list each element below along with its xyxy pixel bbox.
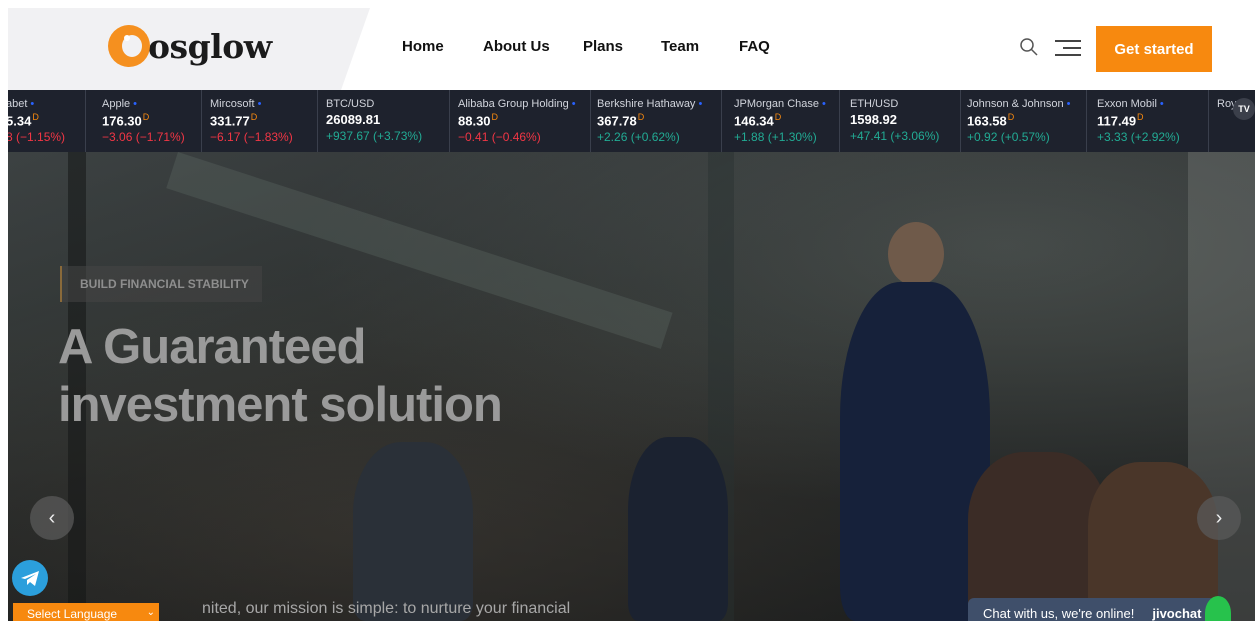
ticker-item[interactable]: Berkshire Hathaway • 367.78D +2.26 (+0.62… xyxy=(591,90,722,152)
ticker-name: JPMorgan Chase xyxy=(734,98,819,110)
ticker-change: −0.41 (−0.46%) xyxy=(458,130,541,145)
nav-faq[interactable]: FAQ xyxy=(739,38,770,55)
hero-slider: BUILD FINANCIAL STABILITY A Guaranteed i… xyxy=(8,152,1255,621)
ticker-change: +937.67 (+3.73%) xyxy=(326,129,423,143)
ticker-flag: D xyxy=(637,112,645,122)
ticker-item[interactable]: ETH/USD 1598.92 +47.41 (+3.06%) xyxy=(840,90,961,152)
ticker-name: Johnson & Johnson xyxy=(967,98,1064,110)
ticker-name: Apple xyxy=(102,98,131,110)
ticker-change: +3.33 (+2.92%) xyxy=(1097,130,1180,145)
nav-home[interactable]: Home xyxy=(402,38,444,55)
ticker-flag: D xyxy=(32,112,39,122)
ticker-price: 1598.92 xyxy=(850,112,897,127)
slider-prev-button[interactable]: ‹ xyxy=(30,496,74,540)
logo-mark-icon xyxy=(108,25,150,67)
ticker-name: abet xyxy=(8,98,28,110)
ticker-change: 8 (−1.15%) xyxy=(8,130,66,145)
language-select-label: Select Language xyxy=(27,607,118,621)
nav-team[interactable]: Team xyxy=(661,38,699,55)
chat-widget[interactable]: Chat with us, we're online! jivochat xyxy=(968,598,1216,621)
ticker-item[interactable]: abet • 5.34D 8 (−1.15%) xyxy=(8,90,86,152)
person-body xyxy=(628,437,728,621)
ticker-item[interactable]: Apple • 176.30D −3.06 (−1.71%) xyxy=(92,90,202,152)
ticker-item[interactable]: JPMorgan Chase • 146.34D +1.88 (+1.30%) xyxy=(722,90,840,152)
ticker-name: BTC/USD xyxy=(326,98,375,110)
ticker-flag: D xyxy=(142,112,150,122)
ticker-change: −6.17 (−1.83%) xyxy=(210,130,293,145)
ticker-price: 146.34 xyxy=(734,113,774,129)
ticker-name: Exxon Mobil xyxy=(1097,98,1157,110)
person-head xyxy=(888,222,944,286)
ticker-flag: D xyxy=(491,112,499,122)
ticker-price: 88.30 xyxy=(458,113,491,129)
chat-label: Chat with us, we're online! xyxy=(983,605,1135,621)
nav-about-us[interactable]: About Us xyxy=(483,38,550,55)
chat-brand: jivochat xyxy=(1152,605,1202,621)
ticker-change: +2.26 (+0.62%) xyxy=(597,130,680,145)
ticker-name: Alibaba Group Holding xyxy=(458,98,569,110)
stock-ticker: abet • 5.34D 8 (−1.15%) Apple • 176.30D −3… xyxy=(8,90,1255,152)
hero-badge: BUILD FINANCIAL STABILITY xyxy=(60,266,262,302)
ticker-price: 163.58 xyxy=(967,113,1007,129)
hero-title-line1: A Guaranteed xyxy=(58,320,366,374)
ticker-name: ETH/USD xyxy=(850,98,899,110)
tradingview-icon[interactable]: TV xyxy=(1233,98,1255,120)
ticker-change: +0.92 (+0.57%) xyxy=(967,130,1050,145)
ticker-change: −3.06 (−1.71%) xyxy=(102,130,185,145)
person-body xyxy=(968,452,1108,621)
hamburger-menu-icon[interactable] xyxy=(1055,38,1081,58)
ticker-item[interactable]: Mircosoft • 331.77D −6.17 (−1.83%) xyxy=(202,90,318,152)
slider-next-button[interactable]: › xyxy=(1197,496,1241,540)
ticker-name: Mircosoft xyxy=(210,98,255,110)
language-select[interactable]: Select Language ⌄ xyxy=(13,603,159,621)
hero-title-line2: investment solution xyxy=(58,378,503,432)
ticker-name: Berkshire Hathaway xyxy=(597,98,696,110)
ticker-item[interactable]: Alibaba Group Holding • 88.30D −0.41 (−0.… xyxy=(450,90,591,152)
ticker-flag: D xyxy=(1137,112,1144,122)
hero-subtitle: nited, our mission is simple: to nurture… xyxy=(202,600,571,617)
site-logo[interactable]: osglow xyxy=(108,20,272,72)
ticker-flag: D xyxy=(250,112,258,122)
site-header: osglow Home About Us Plans Team FAQ Get … xyxy=(0,0,1255,92)
ticker-price: 367.78 xyxy=(597,113,637,129)
chevron-down-icon: ⌄ xyxy=(146,607,155,618)
nav-plans[interactable]: Plans xyxy=(583,38,623,55)
ticker-item[interactable]: BTC/USD 26089.81 +937.67 (+3.73%) xyxy=(318,90,450,152)
logo-text: osglow xyxy=(148,26,272,66)
get-started-button[interactable]: Get started xyxy=(1096,26,1212,72)
ticker-price: 331.77 xyxy=(210,113,250,129)
person-body xyxy=(353,442,473,621)
ticker-flag: D xyxy=(774,112,782,122)
ticker-flag: D xyxy=(1007,112,1015,122)
telegram-icon[interactable] xyxy=(12,560,48,596)
ticker-change: +1.88 (+1.30%) xyxy=(734,130,817,145)
ticker-change: +47.41 (+3.06%) xyxy=(850,129,940,143)
ticker-price: 26089.81 xyxy=(326,112,381,127)
ticker-price: 117.49 xyxy=(1097,113,1137,129)
ticker-price: 5.34 xyxy=(8,113,32,129)
ticker-item[interactable]: Exxon Mobil • 117.49D +3.33 (+2.92%) xyxy=(1087,90,1209,152)
search-icon[interactable] xyxy=(1019,37,1039,57)
ticker-price: 176.30 xyxy=(102,113,142,129)
ticker-item[interactable]: Johnson & Johnson • 163.58D +0.92 (+0.57%… xyxy=(961,90,1087,152)
hero-title: A Guaranteed investment solution xyxy=(58,318,618,434)
